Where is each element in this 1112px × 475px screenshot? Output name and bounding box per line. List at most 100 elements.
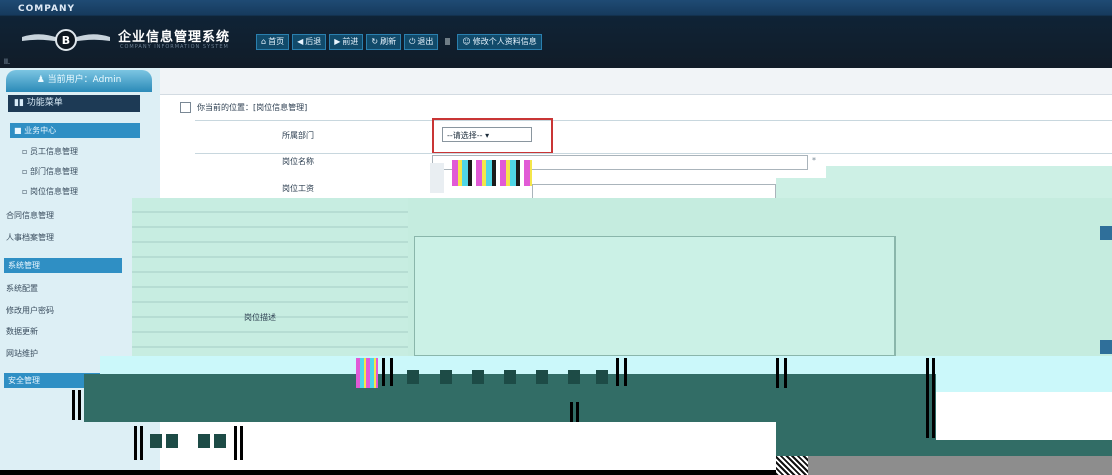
sidebar-item-employee-label: 员工信息管理 xyxy=(29,147,78,156)
render-glitch-bar xyxy=(140,426,143,460)
department-select[interactable]: --请选择-- ▾ xyxy=(442,127,532,142)
table-divider xyxy=(894,236,895,356)
current-user-label: 当前用户：Admin xyxy=(47,75,122,85)
app-subtitle: COMPANY INFORMATION SYSTEM xyxy=(120,44,229,50)
sidebar-item-personnel[interactable]: 人事档案管理 xyxy=(6,232,54,243)
form-row-divider xyxy=(195,153,1112,154)
sidebar-item-position[interactable]: ▫ 岗位信息管理 xyxy=(22,186,78,197)
position-desc-label: 岗位描述 xyxy=(244,313,276,322)
page-icon: ▫ xyxy=(22,167,30,176)
render-glitch-grey xyxy=(808,456,1112,475)
exit-icon: ⏻ xyxy=(409,37,416,46)
render-glitch-square xyxy=(472,370,484,384)
menu-title: 功能菜单 xyxy=(26,98,63,108)
dropdown-arrow-icon: ▾ xyxy=(485,131,490,140)
sidebar-item-department-label: 部门信息管理 xyxy=(29,167,78,176)
render-glitch-bar xyxy=(382,358,385,386)
required-mark: * xyxy=(812,156,816,165)
exit-button[interactable]: ⏻ 退出 xyxy=(404,34,439,50)
render-glitch-dark xyxy=(84,374,776,422)
render-glitch-bar xyxy=(616,358,619,386)
render-glitch-square xyxy=(596,370,608,384)
render-glitch-bar xyxy=(784,358,787,388)
back-button[interactable]: ◀ 后退 xyxy=(292,34,327,50)
render-glitch-square xyxy=(568,370,580,384)
render-glitch-block xyxy=(430,163,444,193)
scrollbar-thumb-lower[interactable] xyxy=(1100,340,1112,354)
render-glitch-bar xyxy=(240,426,243,460)
breadcrumb: 你当前的位置：[岗位信息管理] xyxy=(180,100,307,114)
exit-button-label: 退出 xyxy=(417,37,434,46)
refresh-button[interactable]: ↻ 刷新 xyxy=(366,34,402,50)
home-button-label: 首页 xyxy=(268,37,285,46)
forward-arrow-icon: ▶ xyxy=(334,37,341,46)
refresh-button-label: 刷新 xyxy=(380,37,397,46)
current-user-badge: ♟ 当前用户：Admin xyxy=(6,70,152,92)
edit-profile-button[interactable]: ☺ 修改个人资料信息 xyxy=(457,34,542,50)
render-glitch-square xyxy=(214,434,226,448)
sidebar-item-employee[interactable]: ▫ 员工信息管理 xyxy=(22,146,78,157)
section-task-label: 业务中心 xyxy=(24,126,57,135)
render-glitch-bar xyxy=(576,402,579,422)
render-glitch-bar xyxy=(134,426,137,460)
render-glitch-bar xyxy=(390,358,393,386)
render-glitch-square xyxy=(536,370,548,384)
department-select-value: --请选择-- xyxy=(447,131,483,140)
edit-profile-button-label: 修改个人资料信息 xyxy=(472,37,537,46)
forward-button[interactable]: ▶ 前进 xyxy=(329,34,364,50)
menu-header: ▮▮ 功能菜单 xyxy=(8,95,140,112)
render-glitch-dark xyxy=(936,440,1112,456)
back-button-label: 后退 xyxy=(305,37,322,46)
section-system[interactable]: 系统管理 xyxy=(4,258,122,273)
render-glitch-bar xyxy=(234,426,237,460)
menu-icon: ▮▮ xyxy=(14,98,27,108)
render-glitch-stripes xyxy=(132,198,408,356)
render-glitch-square xyxy=(504,370,516,384)
render-glitch-bottom-line xyxy=(0,470,776,475)
render-glitch-square xyxy=(166,434,178,448)
render-glitch-bar xyxy=(72,390,75,420)
position-name-label: 岗位名称 xyxy=(282,157,314,166)
home-button[interactable]: ⌂ 首页 xyxy=(256,34,290,50)
render-glitch-noise xyxy=(776,456,808,475)
brand-logo-icon: B xyxy=(22,29,110,51)
page-icon: ▫ xyxy=(22,187,30,196)
location-label: 你当前的位置：[岗位信息管理] xyxy=(197,102,308,112)
main-toolbar-strip xyxy=(160,68,1112,95)
sidebar-item-department[interactable]: ▫ 部门信息管理 xyxy=(22,166,78,177)
user-icon: ♟ xyxy=(36,75,48,85)
sidebar-item-site-maintain[interactable]: 网站维护 xyxy=(6,348,38,359)
render-glitch-square xyxy=(198,434,210,448)
render-glitch-bar xyxy=(926,358,929,438)
svg-text:B: B xyxy=(62,34,70,47)
folder-icon: ■ xyxy=(14,126,25,135)
header-corner-mark: ll. xyxy=(4,58,11,66)
sidebar-item-sys-config[interactable]: 系统配置 xyxy=(6,283,38,294)
page-icon: ▫ xyxy=(22,147,30,156)
render-glitch-square xyxy=(440,370,452,384)
company-label: COMPANY xyxy=(18,4,75,14)
position-salary-input[interactable] xyxy=(532,184,776,199)
section-task-center[interactable]: ■ 业务中心 xyxy=(10,123,140,138)
render-glitch-bar xyxy=(78,390,81,420)
app-title: 企业信息管理系统 xyxy=(118,30,231,45)
forward-button-label: 前进 xyxy=(342,37,359,46)
form-row-divider xyxy=(195,120,1112,121)
render-glitch-noise xyxy=(356,358,378,388)
render-glitch-bar xyxy=(932,358,935,438)
render-glitch-band xyxy=(776,178,1112,200)
render-glitch-noise xyxy=(452,160,532,186)
sidebar-item-data-update[interactable]: 数据更新 xyxy=(6,326,38,337)
sidebar-item-contract[interactable]: 合同信息管理 xyxy=(6,210,54,221)
top-toolbar: ⌂ 首页 ◀ 后退 ▶ 前进 ↻ 刷新 ⏻ 退出 ☺ 修改个人资料信息 xyxy=(256,34,542,50)
personal-icon: ☺ xyxy=(462,37,471,46)
sidebar-item-user-password[interactable]: 修改用户密码 xyxy=(6,305,54,316)
department-label: 所属部门 xyxy=(282,131,314,140)
back-arrow-icon: ◀ xyxy=(297,37,304,46)
position-description-textarea[interactable] xyxy=(414,236,896,356)
scrollbar-thumb-upper[interactable] xyxy=(1100,226,1112,240)
section-security-label: 安全管理 xyxy=(8,376,40,385)
sidebar-item-position-label: 岗位信息管理 xyxy=(29,187,78,196)
render-glitch-square xyxy=(407,370,419,384)
home-icon: ⌂ xyxy=(261,37,267,46)
